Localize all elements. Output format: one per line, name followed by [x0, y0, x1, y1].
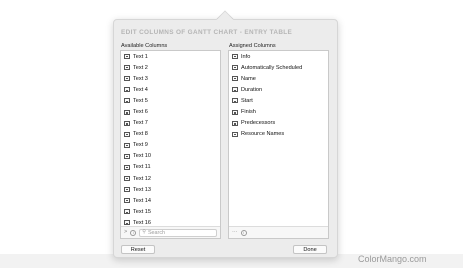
- column-icon: [232, 76, 238, 82]
- available-columns-list[interactable]: Text 1 Text 2 Text 3 Text 4 Text 5 Text 6 Text…: [120, 50, 221, 239]
- search-field[interactable]: ⚲: [139, 228, 217, 237]
- assigned-columns-list[interactable]: Info Automatically Scheduled Name Duration S…: [228, 50, 329, 239]
- column-icon: [124, 87, 130, 93]
- column-icon: [124, 131, 130, 137]
- list-item[interactable]: Text 12: [121, 173, 220, 184]
- list-item-label: Text 8: [133, 131, 148, 138]
- assigned-items: Info Automatically Scheduled Name Duration S…: [229, 51, 328, 226]
- list-item[interactable]: Text 7: [121, 118, 220, 129]
- list-item[interactable]: Text 11: [121, 162, 220, 173]
- reset-button[interactable]: Reset: [121, 245, 155, 254]
- expand-icon[interactable]: >: [124, 229, 127, 236]
- list-item[interactable]: Text 2: [121, 62, 220, 73]
- list-item[interactable]: Text 10: [121, 151, 220, 162]
- list-item-label: Text 7: [133, 120, 148, 127]
- list-item[interactable]: Text 16: [121, 217, 220, 226]
- column-icon: [124, 109, 130, 115]
- list-item-label: Text 15: [133, 208, 152, 215]
- column-icon: [124, 198, 130, 204]
- watermark: ColorMango.com: [358, 254, 427, 264]
- list-item-label: Resource Names: [241, 131, 285, 138]
- list-item[interactable]: Predecessors: [229, 118, 328, 129]
- column-icon: [232, 98, 238, 104]
- list-item-label: Text 11: [133, 164, 151, 171]
- column-icon: [124, 209, 130, 215]
- list-item[interactable]: Duration: [229, 84, 328, 95]
- list-item[interactable]: Automatically Scheduled: [229, 62, 328, 73]
- column-icon: [124, 142, 130, 148]
- list-item[interactable]: Text 9: [121, 140, 220, 151]
- list-item-label: Text 12: [133, 175, 152, 182]
- done-button[interactable]: Done: [293, 245, 327, 254]
- assigned-list-footer: ··· i: [229, 226, 328, 238]
- column-icon: [124, 76, 130, 82]
- list-item-label: Automatically Scheduled: [241, 64, 303, 71]
- info-icon[interactable]: i: [130, 229, 137, 236]
- list-item-label: Text 3: [133, 75, 148, 82]
- list-item-label: Predecessors: [241, 120, 276, 127]
- column-icon: [232, 54, 238, 60]
- list-item-label: Text 9: [133, 142, 148, 149]
- list-item-label: Text 14: [133, 197, 152, 204]
- more-icon[interactable]: ···: [232, 229, 238, 236]
- column-icon: [124, 176, 130, 182]
- column-icon: [124, 120, 130, 126]
- list-item-label: Start: [241, 97, 253, 104]
- column-icon: [232, 109, 238, 115]
- list-item[interactable]: Text 13: [121, 184, 220, 195]
- list-item[interactable]: Text 15: [121, 206, 220, 217]
- list-item-label: Info: [241, 53, 251, 60]
- list-item[interactable]: Text 14: [121, 195, 220, 206]
- list-item-label: Name: [241, 75, 256, 82]
- list-item[interactable]: Text 1: [121, 51, 220, 62]
- column-icon: [124, 187, 130, 193]
- list-item[interactable]: Text 8: [121, 129, 220, 140]
- column-icon: [124, 220, 130, 226]
- search-input[interactable]: [147, 229, 208, 236]
- list-item[interactable]: Resource Names: [229, 129, 328, 140]
- available-columns-label: Available Columns: [121, 43, 168, 49]
- list-item[interactable]: Text 6: [121, 106, 220, 117]
- column-icon: [124, 153, 130, 159]
- column-icon: [124, 54, 130, 60]
- list-item-label: Text 6: [133, 109, 148, 116]
- column-icon: [232, 120, 238, 126]
- list-item[interactable]: Text 4: [121, 84, 220, 95]
- list-item-label: Finish: [241, 109, 256, 116]
- list-item-label: Text 1: [133, 53, 148, 60]
- list-item-label: Duration: [241, 86, 263, 93]
- list-item-label: Text 13: [133, 186, 152, 193]
- dialog-title: EDIT COLUMNS OF GANTT CHART - ENTRY TABL…: [121, 29, 293, 36]
- list-item[interactable]: Text 5: [121, 95, 220, 106]
- list-item-label: Text 4: [133, 86, 148, 93]
- list-item-label: Text 5: [133, 97, 148, 104]
- list-item[interactable]: Finish: [229, 106, 328, 117]
- info-icon[interactable]: i: [240, 229, 247, 236]
- list-item[interactable]: Text 3: [121, 73, 220, 84]
- column-icon: [232, 87, 238, 93]
- column-icon: [124, 164, 130, 170]
- list-item-label: Text 10: [133, 153, 152, 160]
- list-item[interactable]: Name: [229, 73, 328, 84]
- available-list-footer: > i ⚲: [121, 226, 220, 238]
- column-icon: [124, 65, 130, 71]
- list-item[interactable]: Info: [229, 51, 328, 62]
- assigned-columns-label: Assigned Columns: [229, 43, 276, 49]
- list-item[interactable]: Start: [229, 95, 328, 106]
- column-icon: [232, 131, 238, 137]
- list-item-label: Text 2: [133, 64, 148, 71]
- column-icon: [232, 65, 238, 71]
- available-items: Text 1 Text 2 Text 3 Text 4 Text 5 Text 6 Text…: [121, 51, 220, 226]
- search-icon: ⚲: [142, 229, 146, 235]
- column-icon: [124, 98, 130, 104]
